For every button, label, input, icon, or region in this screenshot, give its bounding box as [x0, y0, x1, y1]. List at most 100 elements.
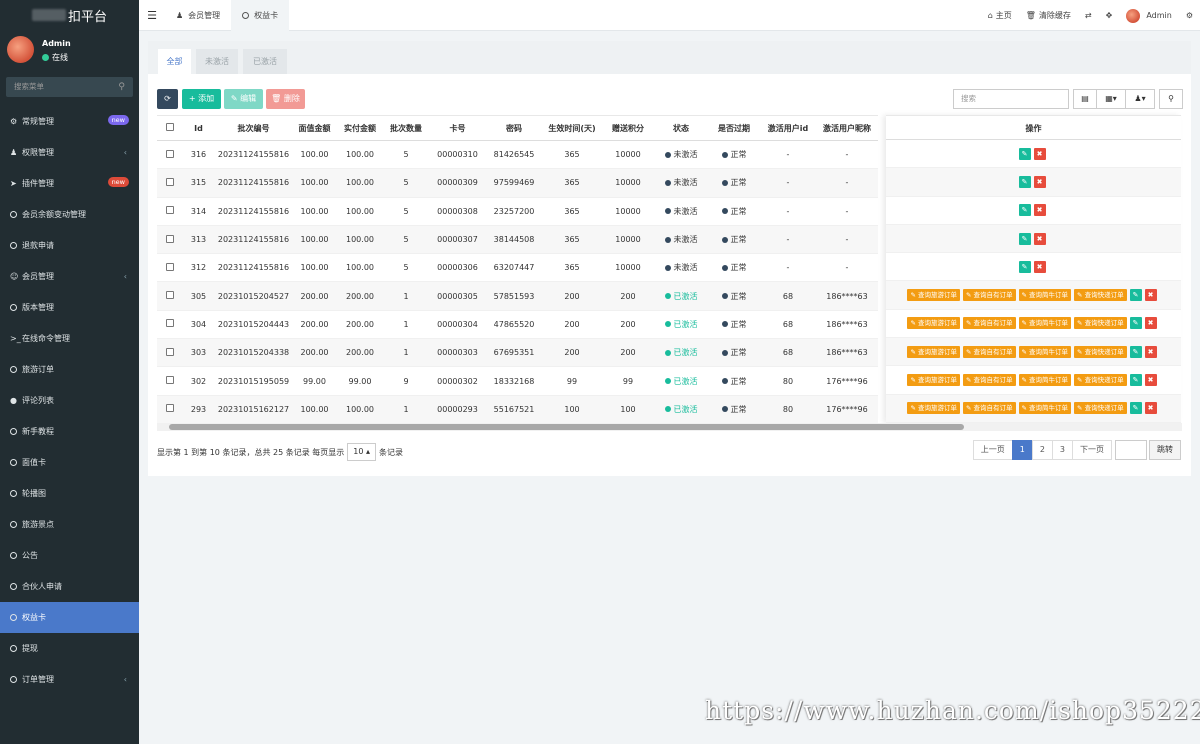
language-icon[interactable]: ⇄: [1078, 11, 1099, 20]
brand-logo[interactable]: 扣平台: [0, 0, 139, 30]
tab-inactive[interactable]: 未激活: [196, 49, 238, 74]
query-order-button[interactable]: ✎ 查询旅游订单: [907, 317, 960, 330]
query-order-button[interactable]: ✎ 查询快递订单: [1074, 402, 1127, 415]
table-row[interactable]: 315 20231124155816 100.00 100.00 5 00000309 97…: [157, 168, 878, 198]
edit-row-icon[interactable]: ✎: [1018, 260, 1031, 273]
sidebar-item[interactable]: 面值卡: [0, 447, 139, 478]
column-header[interactable]: 卡号: [429, 115, 486, 141]
query-order-button[interactable]: ✎ 查询简牛订单: [1018, 402, 1072, 415]
query-order-button[interactable]: ✎ 查询简牛订单: [1018, 374, 1072, 387]
delete-row-icon[interactable]: ✖: [1033, 175, 1046, 188]
delete-button[interactable]: 🗑 删除: [266, 89, 305, 109]
sidebar-search-input[interactable]: 搜索菜单 ⚲: [6, 77, 133, 97]
tab-all[interactable]: 全部: [158, 49, 191, 74]
query-order-button[interactable]: ✎ 查询简牛订单: [1018, 289, 1072, 302]
query-order-button[interactable]: ✎ 查询快递订单: [1074, 317, 1127, 330]
column-header[interactable]: 状态: [654, 115, 708, 141]
page-1-button[interactable]: 1: [1011, 440, 1033, 460]
table-row[interactable]: 312 20231124155816 100.00 100.00 5 00000306 63…: [157, 253, 878, 283]
edit-row-icon[interactable]: ✎: [1129, 317, 1142, 330]
sidebar-item[interactable]: ➤ 插件管理 new: [0, 168, 139, 199]
edit-row-icon[interactable]: ✎: [1018, 147, 1031, 160]
query-order-button[interactable]: ✎ 查询旅游订单: [907, 289, 960, 302]
clear-cache-button[interactable]: 🗑 清除缓存: [1019, 10, 1078, 21]
settings-gear-icon[interactable]: ⚙: [1179, 11, 1200, 20]
sidebar-item[interactable]: 旅游订单: [0, 354, 139, 385]
toggle-view-icon[interactable]: ▤: [1073, 89, 1097, 109]
page-size-select[interactable]: 10 ▴: [347, 443, 376, 461]
sidebar-item[interactable]: 新手教程: [0, 416, 139, 447]
search-icon[interactable]: ⚲: [118, 77, 125, 97]
sidebar-item[interactable]: 提现: [0, 633, 139, 664]
edit-row-icon[interactable]: ✎: [1129, 345, 1142, 358]
row-checkbox[interactable]: [165, 206, 174, 215]
fullscreen-icon[interactable]: ✥: [1099, 11, 1120, 20]
export-icon[interactable]: ♟▾: [1125, 89, 1155, 109]
delete-row-icon[interactable]: ✖: [1144, 374, 1157, 387]
table-row[interactable]: 293 20231015162127 100.00 100.00 1 00000293 55…: [157, 395, 878, 424]
column-header[interactable]: 实付金额: [337, 115, 383, 141]
sidebar-item[interactable]: 会员余额变动管理: [0, 199, 139, 230]
query-order-button[interactable]: ✎ 查询快递订单: [1074, 345, 1127, 358]
sidebar-item[interactable]: 合伙人申请: [0, 571, 139, 602]
row-checkbox[interactable]: [165, 262, 174, 271]
tab-member-management[interactable]: ♟ 会员管理: [165, 0, 231, 31]
column-header[interactable]: 密码: [486, 115, 542, 141]
page-3-button[interactable]: 3: [1051, 440, 1073, 460]
menu-toggle-icon[interactable]: ☰: [139, 9, 165, 22]
sidebar-item[interactable]: >_ 在线命令管理: [0, 323, 139, 354]
sidebar-item[interactable]: 退款申请: [0, 230, 139, 261]
query-order-button[interactable]: ✎ 查询快递订单: [1074, 289, 1127, 302]
query-order-button[interactable]: ✎ 查询自有订单: [962, 402, 1016, 415]
tab-activated[interactable]: 已激活: [243, 49, 287, 74]
sidebar-item[interactable]: 订单管理 ‹: [0, 664, 139, 695]
delete-row-icon[interactable]: ✖: [1144, 345, 1157, 358]
delete-row-icon[interactable]: ✖: [1033, 260, 1046, 273]
next-page-button[interactable]: 下一页: [1072, 440, 1112, 460]
row-checkbox[interactable]: [165, 376, 174, 385]
column-header[interactable]: Id: [182, 115, 215, 141]
column-header[interactable]: 是否过期: [708, 115, 760, 141]
page-2-button[interactable]: 2: [1031, 440, 1053, 460]
row-checkbox[interactable]: [165, 347, 174, 356]
advanced-search-icon[interactable]: ⚲: [1159, 89, 1183, 109]
edit-row-icon[interactable]: ✎: [1129, 289, 1142, 302]
column-header[interactable]: 批次数量: [383, 115, 429, 141]
refresh-button[interactable]: ⟳: [157, 89, 178, 109]
edit-row-icon[interactable]: ✎: [1018, 232, 1031, 245]
row-checkbox[interactable]: [165, 234, 174, 243]
sidebar-item[interactable]: ● 评论列表: [0, 385, 139, 416]
table-row[interactable]: 314 20231124155816 100.00 100.00 5 00000308 23…: [157, 197, 878, 226]
table-row[interactable]: 313 20231124155816 100.00 100.00 5 00000307 38…: [157, 225, 878, 255]
query-order-button[interactable]: ✎ 查询自有订单: [962, 374, 1016, 387]
column-header[interactable]: 面值金额: [292, 115, 337, 141]
row-checkbox[interactable]: [165, 177, 174, 186]
query-order-button[interactable]: ✎ 查询旅游订单: [907, 345, 960, 358]
select-all-checkbox[interactable]: [165, 123, 174, 131]
query-order-button[interactable]: ✎ 查询简牛订单: [1018, 345, 1072, 358]
table-row[interactable]: 302 20231015195059 99.00 99.00 9 00000302 1833…: [157, 366, 878, 396]
sidebar-item[interactable]: 权益卡: [0, 602, 139, 633]
column-header[interactable]: 激活用户id: [760, 115, 816, 141]
query-order-button[interactable]: ✎ 查询旅游订单: [907, 374, 960, 387]
table-row[interactable]: 316 20231124155816 100.00 100.00 5 00000310 81…: [157, 140, 878, 170]
sidebar-item[interactable]: ☺ 会员管理 ‹: [0, 261, 139, 292]
row-checkbox[interactable]: [165, 149, 174, 158]
row-checkbox[interactable]: [165, 404, 174, 413]
delete-row-icon[interactable]: ✖: [1033, 232, 1046, 245]
query-order-button[interactable]: ✎ 查询自有订单: [962, 289, 1016, 302]
page-jump-input[interactable]: [1115, 440, 1147, 460]
column-header[interactable]: 赠送积分: [602, 115, 654, 141]
edit-row-icon[interactable]: ✎: [1018, 204, 1031, 217]
delete-row-icon[interactable]: ✖: [1144, 317, 1157, 330]
query-order-button[interactable]: ✎ 查询自有订单: [962, 317, 1016, 330]
column-header[interactable]: 批次编号: [215, 115, 292, 141]
table-row[interactable]: 304 20231015204443 200.00 200.00 1 00000304 47…: [157, 310, 878, 340]
columns-icon[interactable]: ▦▾: [1096, 89, 1126, 109]
edit-row-icon[interactable]: ✎: [1129, 402, 1142, 415]
scrollbar-thumb[interactable]: [169, 424, 964, 430]
edit-button[interactable]: ✎ 编辑: [224, 89, 263, 109]
column-header[interactable]: 激活用户昵称: [816, 115, 878, 141]
table-row[interactable]: 303 20231015204338 200.00 200.00 1 00000303 67…: [157, 338, 878, 368]
home-link[interactable]: ⌂ 主页: [981, 10, 1019, 21]
